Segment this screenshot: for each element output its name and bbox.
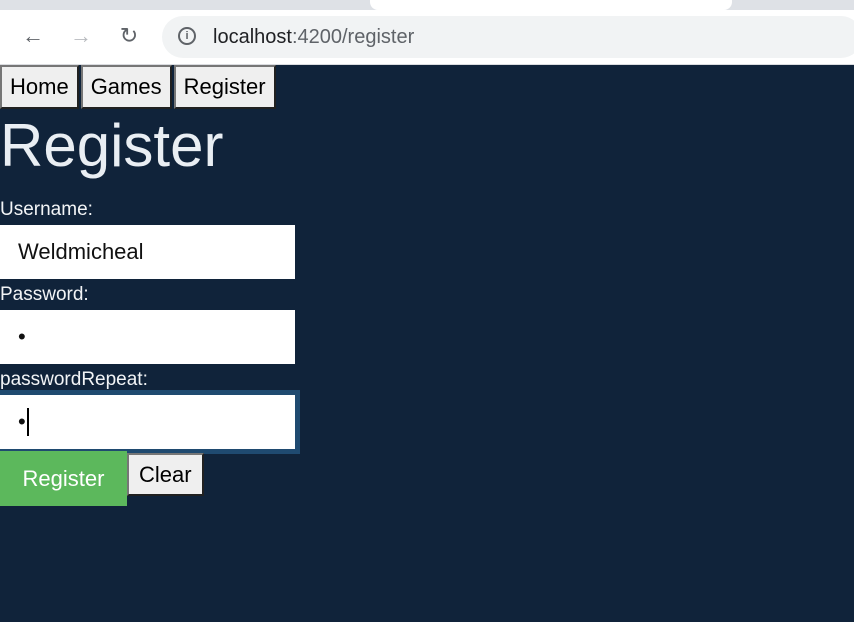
password-input[interactable]: •	[0, 310, 295, 364]
password-repeat-value: •	[18, 409, 26, 434]
password-value: •	[18, 324, 26, 349]
nav-register-button[interactable]: Register	[173, 65, 276, 109]
username-label: Username:	[0, 199, 93, 220]
nav-games-button[interactable]: Games	[80, 65, 172, 109]
username-value: Weldmicheal	[18, 239, 144, 264]
password-repeat-label: passwordRepeat:	[0, 369, 148, 390]
forward-arrow-icon[interactable]: →	[67, 22, 95, 50]
url-host: localhost	[213, 26, 292, 48]
browser-tabstrip	[0, 0, 854, 10]
page-title: Register	[0, 112, 224, 179]
reload-icon[interactable]: ↻	[115, 22, 143, 50]
top-nav: Home Games Register	[0, 65, 276, 109]
back-arrow-icon[interactable]: ←	[19, 22, 47, 50]
clear-button[interactable]: Clear	[127, 453, 204, 496]
address-bar[interactable]: i localhost:4200/register	[162, 16, 854, 58]
password-label: Password:	[0, 284, 89, 305]
text-caret	[26, 408, 29, 436]
browser-toolbar: ← → ↻ i localhost:4200/register	[0, 10, 854, 65]
register-button[interactable]: Register	[0, 451, 127, 506]
username-input[interactable]: Weldmicheal	[0, 225, 295, 279]
page-content: Home Games Register Register Username: W…	[0, 65, 854, 622]
url-text[interactable]: localhost:4200/register	[213, 26, 414, 49]
nav-home-button[interactable]: Home	[0, 65, 79, 109]
url-path: :4200/register	[291, 26, 415, 48]
active-tab[interactable]	[370, 0, 732, 10]
password-repeat-input[interactable]: •	[0, 390, 300, 454]
info-icon[interactable]: i	[178, 27, 196, 45]
